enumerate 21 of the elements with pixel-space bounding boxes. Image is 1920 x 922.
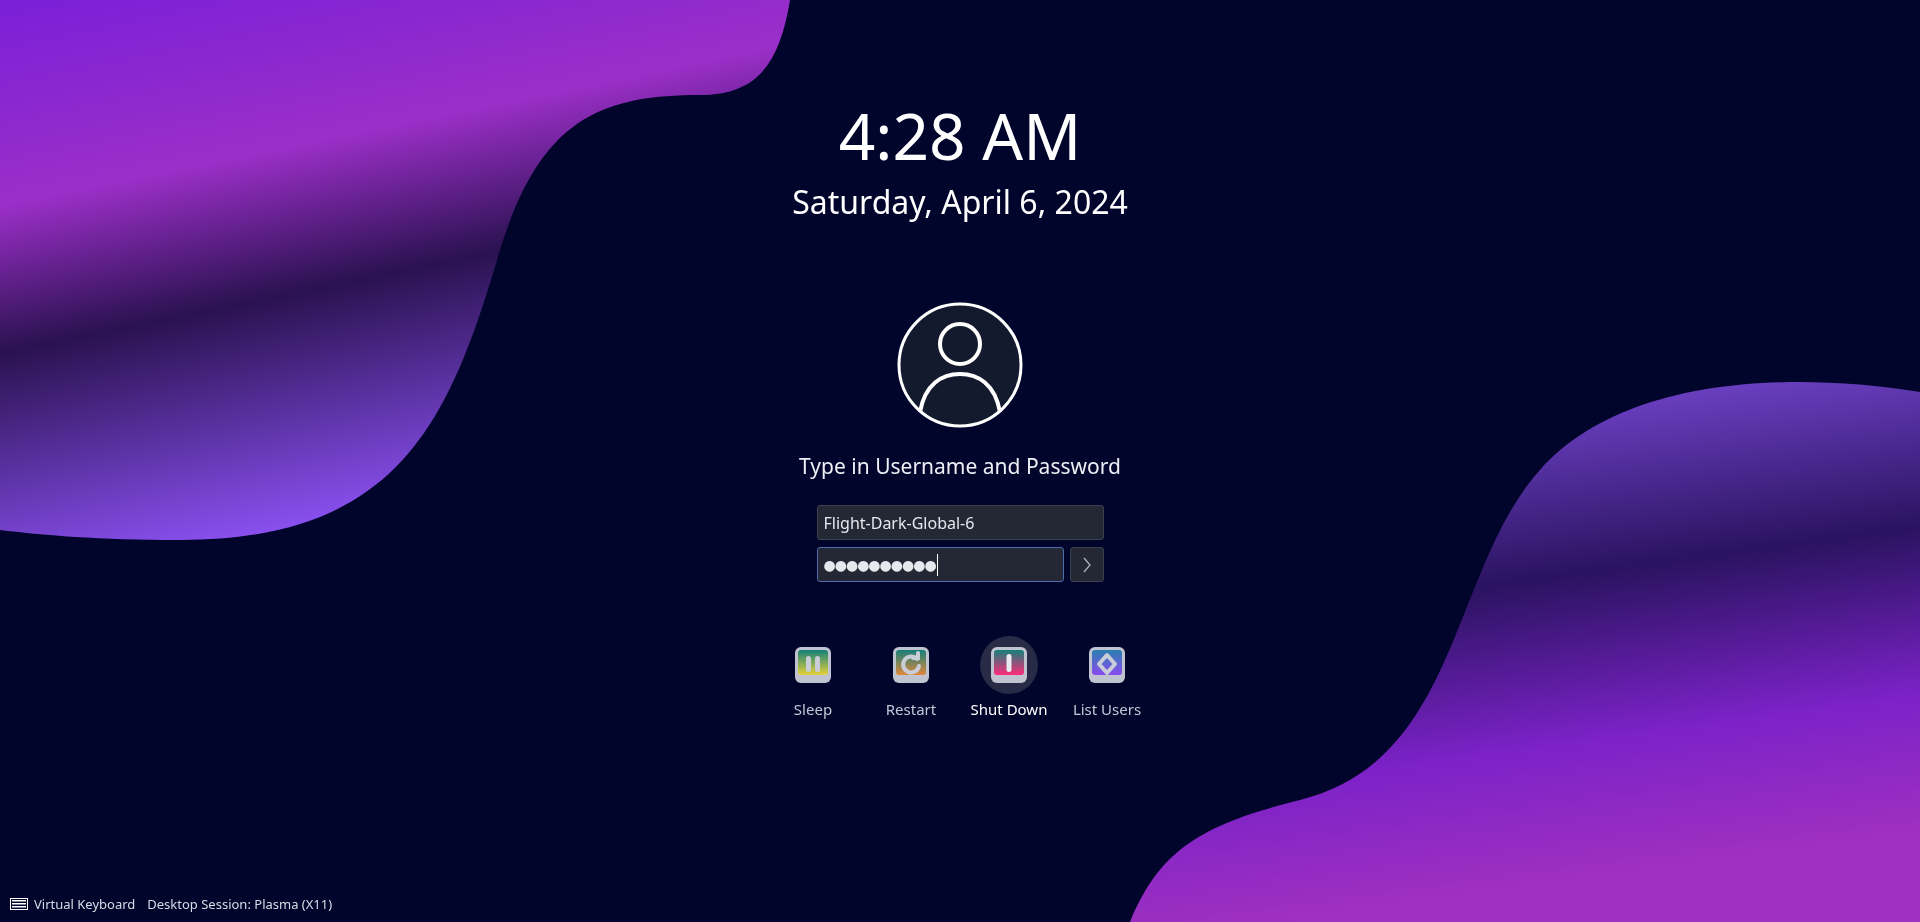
power-action-button[interactable]: List Users [1060, 636, 1154, 719]
power-icon [991, 647, 1027, 683]
users-icon [1089, 647, 1125, 683]
username-field[interactable]: Flight-Dark-Global-6 [816, 505, 1104, 540]
virtual-keyboard-button[interactable]: Virtual Keyboard [10, 894, 136, 914]
password-dots: ●●●●●●●●●● [823, 554, 936, 575]
date-text: Saturday, April 6, 2024 [792, 180, 1128, 224]
restart-icon [893, 647, 929, 683]
text-cursor [936, 553, 938, 576]
power-action-button[interactable]: Sleep [766, 636, 860, 719]
chevron-right-icon [1081, 556, 1092, 573]
session-selector[interactable]: Desktop Session: Plasma (X11) [147, 894, 333, 914]
power-action-button[interactable]: Restart [864, 636, 958, 719]
clock-time: 4:28 AM [838, 98, 1082, 174]
keyboard-icon [10, 898, 28, 911]
user-avatar-icon [897, 302, 1023, 428]
sleep-icon [795, 647, 831, 683]
password-field[interactable]: ●●●●●●●●●● [816, 547, 1064, 582]
login-prompt: Type in Username and Password [799, 452, 1121, 480]
submit-button[interactable] [1069, 547, 1104, 582]
power-action-button[interactable]: Shut Down [962, 636, 1056, 719]
